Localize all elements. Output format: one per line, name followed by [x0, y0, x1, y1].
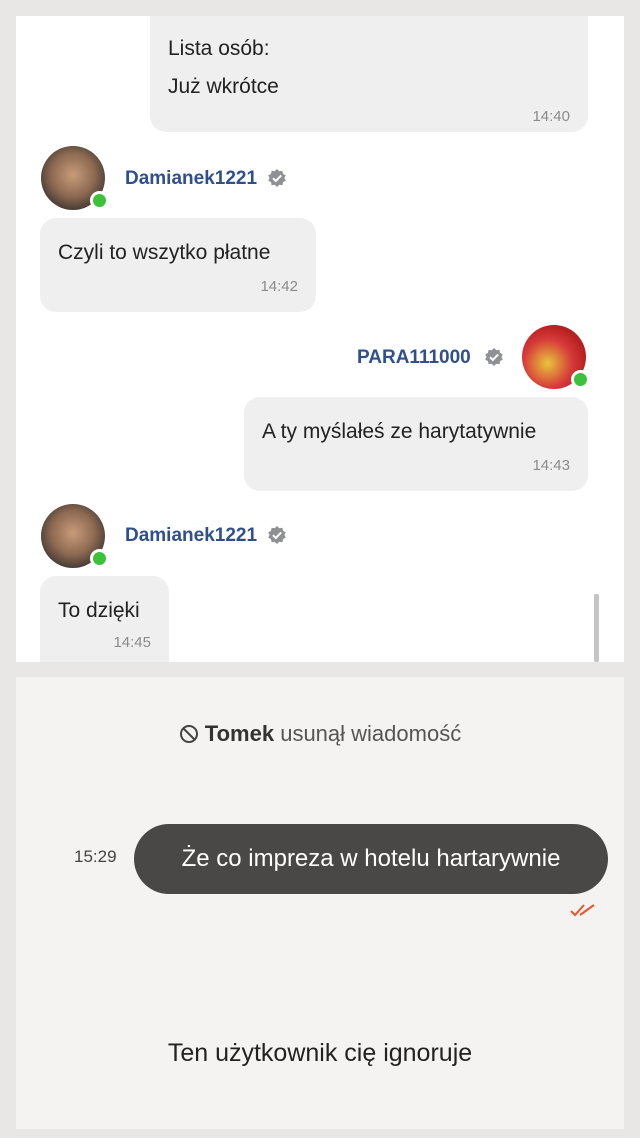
online-status-dot [571, 370, 590, 389]
chat-screenshot-bottom: Tomek usunął wiadomość 15:29 Że co impre… [16, 677, 624, 1129]
message-time: 14:45 [113, 634, 151, 651]
message-text-line: Już wkrótce [168, 75, 279, 98]
message-time: 14:42 [260, 278, 298, 295]
chat-screenshot-top: Lista osób: Już wkrótce 14:40 Damianek12… [16, 16, 624, 662]
ignore-notice: Ten użytkownik cię ignoruje [167, 1039, 473, 1067]
message-time: 15:29 [74, 847, 117, 866]
message-text: A ty myślałeś ze harytatywnie [262, 420, 537, 443]
deleted-message-notice: Tomek usunął wiadomość [16, 721, 624, 747]
message-bubble: To dzięki 14:45 [40, 576, 169, 662]
verified-badge-icon [485, 348, 503, 366]
message-bubble: Czyli to wszytko płatne 14:42 [40, 218, 316, 312]
message-text: Czyli to wszytko płatne [58, 241, 271, 264]
deleted-by-user: Tomek [204, 721, 275, 746]
online-status-dot [90, 549, 109, 568]
avatar[interactable] [41, 146, 109, 210]
message-time: 14:43 [532, 457, 570, 474]
message-bubble: Lista osób: Już wkrótce 14:40 [150, 16, 588, 132]
sent-message-bubble: Że co impreza w hotelu hartarywnie [134, 824, 608, 894]
verified-badge-icon [268, 526, 286, 544]
username[interactable]: Damianek1221 [125, 168, 257, 190]
message-time: 14:40 [532, 108, 570, 125]
username[interactable]: Damianek1221 [125, 525, 257, 547]
message-text-line: Lista osób: [168, 37, 270, 60]
double-check-icon [570, 904, 595, 917]
verified-badge-icon [268, 169, 286, 187]
message-text: To dzięki [58, 599, 140, 622]
deleted-notice-text: usunął wiadomość [280, 721, 462, 746]
scrollbar[interactable] [594, 594, 599, 662]
avatar[interactable] [41, 504, 109, 568]
username[interactable]: PARA111000 [357, 347, 471, 369]
blocked-circle-icon [179, 725, 198, 743]
online-status-dot [90, 191, 109, 210]
message-bubble: A ty myślałeś ze harytatywnie 14:43 [244, 397, 588, 491]
avatar[interactable] [522, 325, 590, 389]
